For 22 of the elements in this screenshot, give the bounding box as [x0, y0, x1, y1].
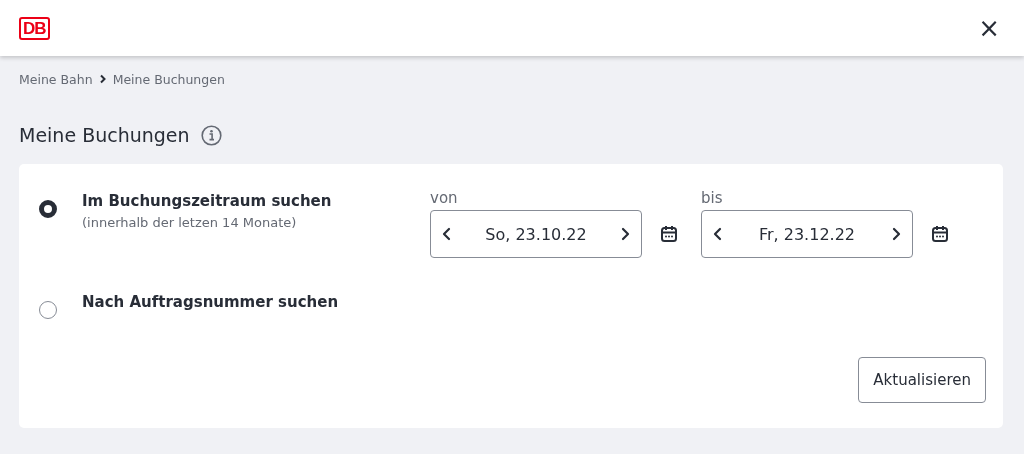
next-icon[interactable] — [619, 227, 631, 241]
date-field[interactable]: So, 23.10.22 — [430, 210, 642, 258]
radio-button[interactable] — [39, 200, 57, 218]
update-button[interactable]: Aktualisieren — [858, 357, 986, 403]
close-button[interactable]: × — [978, 15, 1000, 41]
option-hint: (innerhalb der letzen 14 Monate) — [82, 215, 298, 230]
previous-icon[interactable] — [712, 227, 724, 241]
page-title: Meine Buchungen — [19, 124, 190, 146]
previous-icon[interactable] — [441, 227, 453, 241]
next-icon[interactable] — [890, 227, 902, 241]
option-label[interactable]: Nach Auftragsnummer suchen — [82, 293, 430, 311]
date-field[interactable]: Fr, 23.12.22 — [701, 210, 913, 258]
breadcrumb-link[interactable]: Meine Buchungen — [112, 71, 225, 87]
date-label: bis — [701, 189, 724, 209]
logo[interactable]: DB — [19, 16, 50, 40]
info-icon[interactable] — [200, 124, 222, 146]
calendar-icon[interactable] — [660, 225, 678, 243]
option-label[interactable]: Im Buchungszeitraum suchen — [82, 192, 430, 210]
chevron-icon — [98, 74, 107, 84]
date-label: von — [430, 189, 459, 209]
breadcrumb-link[interactable]: Meine Bahn — [19, 71, 93, 87]
calendar-icon[interactable] — [931, 225, 949, 243]
